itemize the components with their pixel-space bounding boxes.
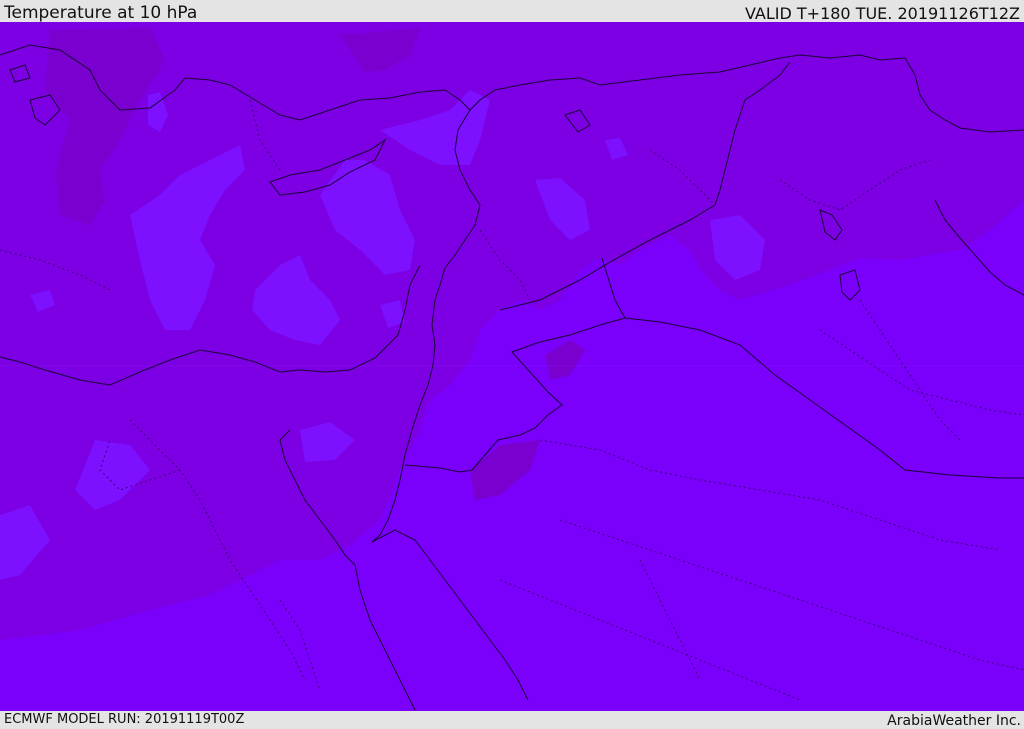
footer-bar: ECMWF MODEL RUN: 20191119T00Z ArabiaWeat… [0,711,1024,729]
map-canvas [0,22,1024,711]
brand-label: ArabiaWeather Inc. [887,713,1021,729]
valid-time-label: VALID T+180 TUE. 20191126T12Z [744,4,1020,23]
title-bar: Temperature at 10 hPa VALID T+180 TUE. 2… [0,0,1024,23]
model-run-label: ECMWF MODEL RUN: 20191119T00Z [4,712,245,727]
map-title: Temperature at 10 hPa [4,3,198,23]
weather-map[interactable] [0,22,1024,711]
